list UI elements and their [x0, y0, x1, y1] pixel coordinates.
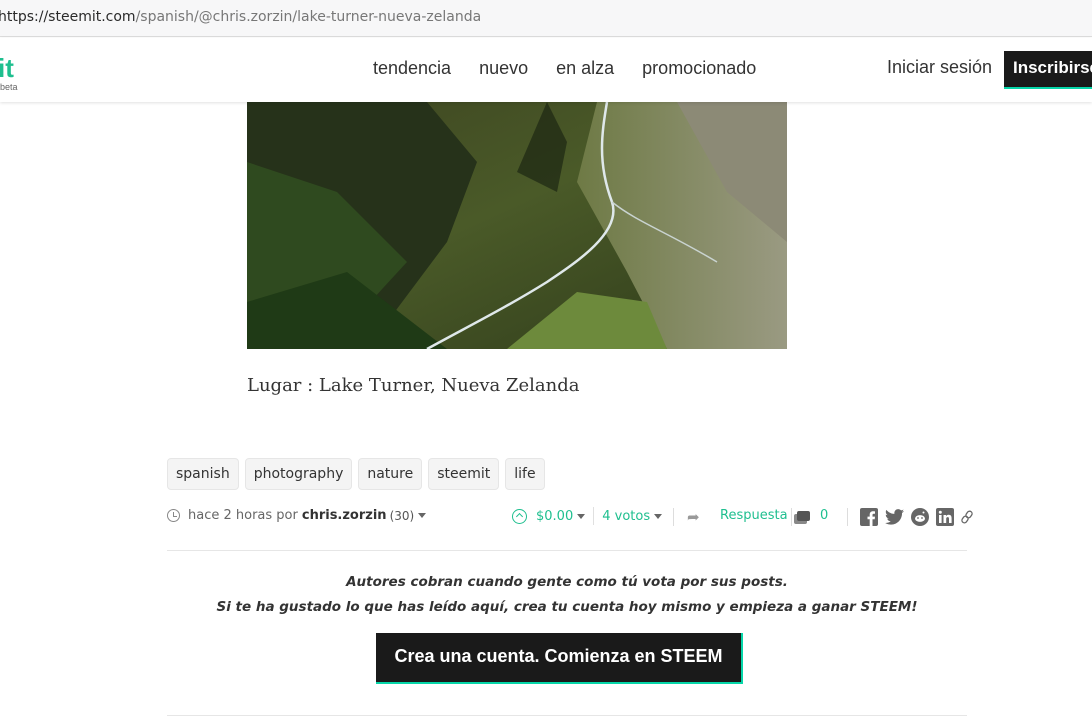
divider	[167, 715, 967, 716]
tag-photography[interactable]: photography	[244, 458, 353, 490]
signup-button[interactable]: Inscribirse	[1004, 51, 1092, 89]
chevron-down-icon[interactable]	[418, 513, 427, 518]
time-text: hace 2 horas por	[188, 508, 298, 523]
nav-hot[interactable]: en alza	[556, 58, 614, 79]
clock-icon	[167, 509, 180, 522]
nav-new[interactable]: nuevo	[479, 58, 528, 79]
tag-spanish[interactable]: spanish	[167, 458, 239, 490]
link-icon[interactable]	[961, 510, 973, 524]
site-header: it beta tendencia nuevo en alza promocio…	[0, 38, 1092, 102]
linkedin-icon[interactable]	[936, 508, 954, 526]
divider	[167, 550, 967, 551]
facebook-icon[interactable]	[860, 508, 878, 526]
logo-beta-label: beta	[0, 82, 18, 92]
post-caption: Lugar : Lake Turner, Nueva Zelanda	[247, 375, 580, 396]
create-account-button[interactable]: Crea una cuenta. Comienza en STEEM	[376, 633, 743, 684]
comments-count: 0	[820, 508, 829, 523]
browser-url-bar[interactable]: https://steemit.com/spanish/@chris.zorzi…	[0, 0, 1092, 37]
main-nav: tendencia nuevo en alza promocionado	[373, 58, 756, 79]
mountain-landscape-image	[247, 102, 787, 349]
resteem-icon[interactable]: ➦	[687, 508, 700, 526]
url-path: /spanish/@chris.zorzin/lake-turner-nueva…	[135, 9, 482, 25]
nav-trending[interactable]: tendencia	[373, 58, 451, 79]
tag-nature[interactable]: nature	[358, 458, 423, 490]
divider	[791, 508, 792, 526]
votes-count[interactable]: 4 votos	[602, 509, 650, 524]
tag-steemit[interactable]: steemit	[428, 458, 500, 490]
steemit-logo[interactable]: it	[0, 54, 14, 82]
twitter-icon[interactable]	[885, 509, 904, 525]
tag-list: spanish photography nature steemit life	[167, 458, 545, 490]
reply-link[interactable]: Respuesta	[720, 508, 788, 523]
signup-promo: Autores cobran cuando gente como tú vota…	[167, 570, 967, 620]
votes-chevron-down-icon[interactable]	[654, 513, 663, 519]
divider	[593, 507, 595, 525]
comments-link[interactable]: 0	[794, 508, 829, 524]
promo-line-2: Si te ha gustado lo que has leído aquí, …	[216, 599, 918, 615]
voting-section: $0.00 4 votos	[512, 507, 663, 525]
divider	[847, 508, 848, 526]
post-time: hace 2 horas por chris.zorzin (30)	[167, 508, 427, 523]
nav-promoted[interactable]: promocionado	[642, 58, 756, 79]
upvote-icon[interactable]	[512, 508, 527, 524]
divider	[673, 508, 674, 526]
promo-line-1: Autores cobran cuando gente como tú vota…	[346, 574, 788, 590]
comments-icon	[794, 510, 810, 524]
url-domain: https://steemit.com	[0, 9, 136, 25]
payout-value[interactable]: $0.00	[536, 509, 573, 524]
share-buttons	[860, 508, 973, 526]
post-footer: hace 2 horas por chris.zorzin (30) $0.00…	[167, 507, 973, 528]
url-text[interactable]: https://steemit.com/spanish/@chris.zorzi…	[0, 9, 481, 25]
reddit-icon[interactable]	[911, 508, 929, 526]
signin-link[interactable]: Iniciar sesión	[887, 57, 992, 78]
payout-chevron-down-icon[interactable]	[577, 513, 586, 519]
post-image	[247, 102, 787, 349]
author-reputation: (30)	[389, 508, 415, 523]
tag-life[interactable]: life	[505, 458, 545, 490]
author-link[interactable]: chris.zorzin	[302, 508, 387, 523]
